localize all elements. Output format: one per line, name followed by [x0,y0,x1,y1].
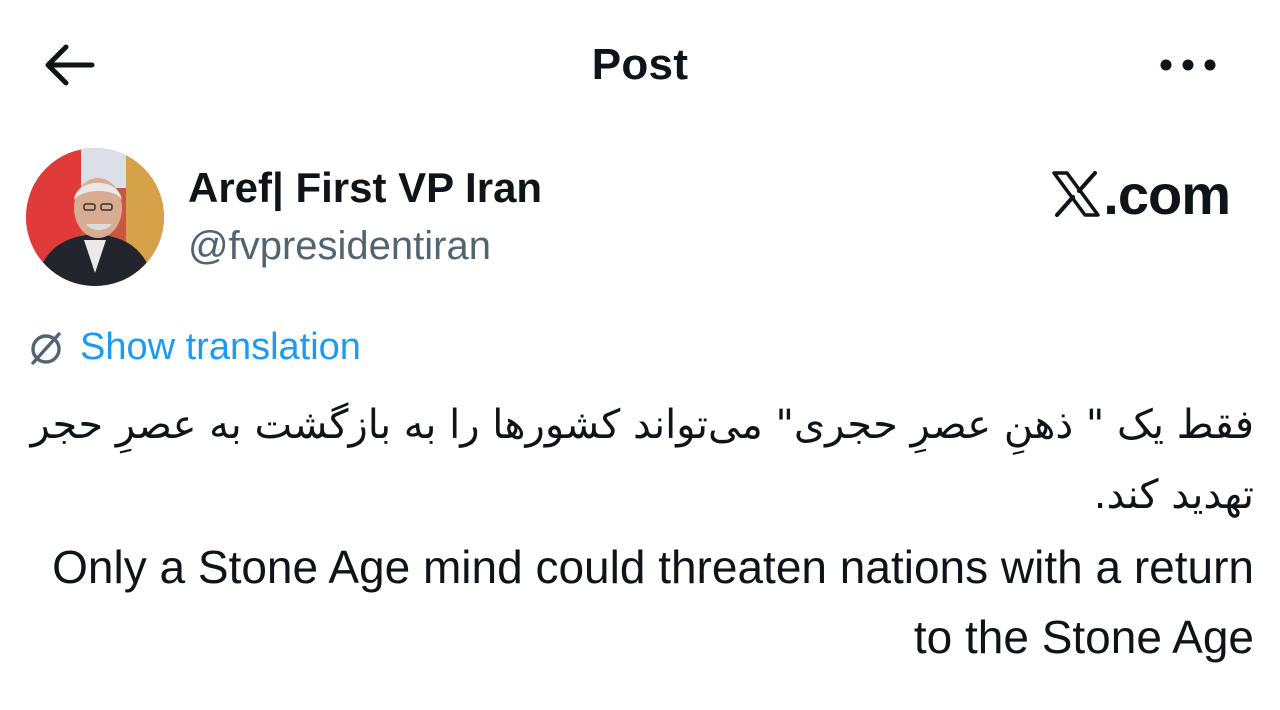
page-title: Post [591,40,689,89]
tweet-persian-text: فقط یک " ذهنِ عصرِ حجری" می‌تواند کشورها… [30,402,1254,518]
x-logo-icon [1052,171,1101,217]
author-display-name[interactable]: Aref| First VP Iran [188,164,542,212]
watermark-text: .com [1103,162,1231,226]
profile-photo [26,148,164,286]
more-options-button[interactable] [1150,48,1226,82]
post-header: Post [0,0,1280,130]
show-translation-link[interactable]: Show translation [26,326,361,369]
tweet-text: فقط یک " ذهنِ عصرِ حجری" می‌تواند کشورها… [26,390,1254,672]
show-translation-label: Show translation [80,326,361,368]
more-horizontal-icon [1160,59,1216,71]
author-handle[interactable]: @fvpresidentiran [188,224,491,269]
avatar[interactable] [26,148,164,286]
globe-slash-icon [31,331,61,365]
x-com-watermark: .com [1051,162,1231,226]
tweet-english-text: Only a Stone Age mind could threaten nat… [52,541,1254,663]
